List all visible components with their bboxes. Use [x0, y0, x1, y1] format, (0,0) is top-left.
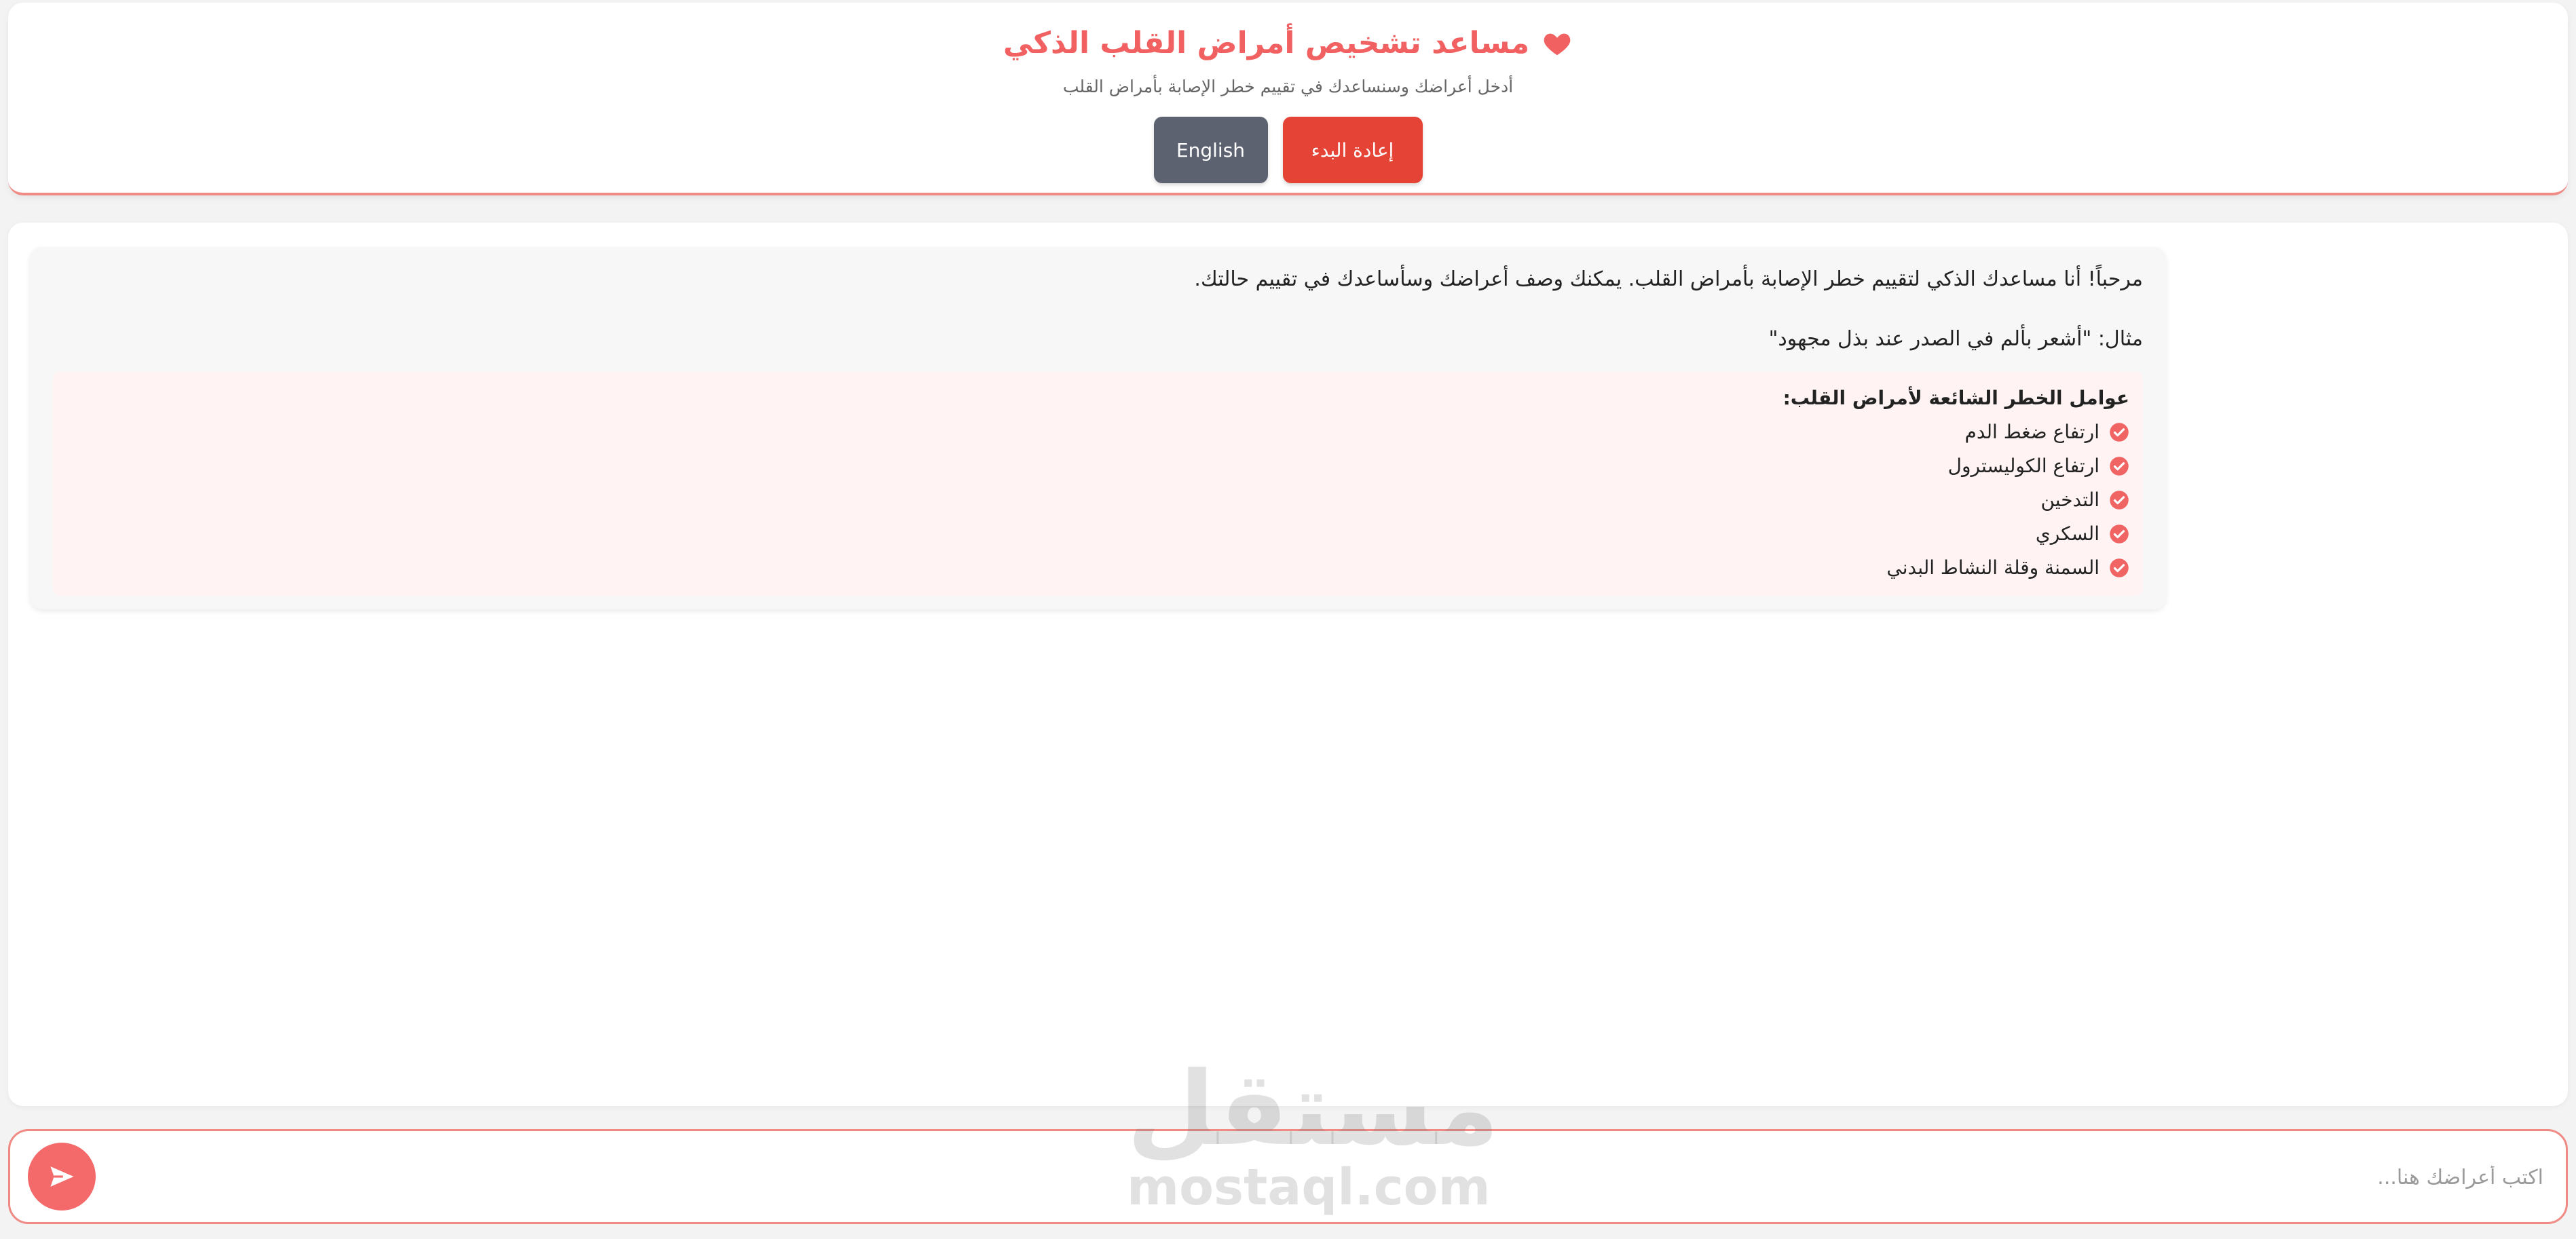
header-actions: إعادة البدء English: [8, 117, 2568, 183]
chat-area[interactable]: مرحباً! أنا مساعدك الذكي لتقييم خطر الإص…: [8, 223, 2568, 1106]
check-circle-icon: [2110, 525, 2129, 544]
page-title: مساعد تشخيص أمراض القلب الذكي: [1003, 26, 1530, 60]
risk-factors-title: عوامل الخطر الشائعة لأمراض القلب:: [1782, 387, 2129, 409]
restart-button[interactable]: إعادة البدء: [1282, 117, 1423, 183]
risk-factors-box: عوامل الخطر الشائعة لأمراض القلب: ارتفاع…: [53, 372, 2143, 596]
risk-factor-label: التدخين: [2040, 489, 2099, 511]
send-icon: [50, 1166, 74, 1187]
list-item: السمنة وقلة النشاط البدني: [67, 551, 2129, 585]
page-subtitle: أدخل أعراضك وسنساعدك في تقييم خطر الإصاب…: [1062, 77, 1514, 96]
title-row: مساعد تشخيص أمراض القلب الذكي: [8, 19, 2568, 68]
risk-factors-list: ارتفاع ضغط الدم ارتفاع الكوليسترول التدخ…: [67, 415, 2129, 585]
language-toggle-button[interactable]: English: [1153, 117, 1268, 183]
risk-factor-label: السكري: [2035, 522, 2099, 545]
list-item: التدخين: [67, 483, 2129, 517]
list-item: السكري: [67, 517, 2129, 551]
risk-factor-label: ارتفاع ضغط الدم: [1964, 421, 2099, 443]
app-header: مساعد تشخيص أمراض القلب الذكي أدخل أعراض…: [8, 3, 2568, 195]
risk-factor-label: السمنة وقلة النشاط البدني: [1886, 556, 2099, 579]
heart-icon: [1544, 33, 1571, 56]
check-circle-icon: [2110, 491, 2129, 510]
message-input-bar: [8, 1129, 2568, 1224]
check-circle-icon: [2110, 423, 2129, 442]
welcome-message: مرحباً! أنا مساعدك الذكي لتقييم خطر الإص…: [1194, 267, 2143, 291]
list-item: ارتفاع الكوليسترول: [67, 449, 2129, 483]
check-circle-icon: [2110, 457, 2129, 476]
risk-factor-label: ارتفاع الكوليسترول: [1947, 455, 2099, 477]
bot-message-bubble: مرحباً! أنا مساعدك الذكي لتقييم خطر الإص…: [30, 247, 2166, 609]
send-button[interactable]: [28, 1143, 96, 1211]
example-message: مثال: "أشعر بألم في الصدر عند بذل مجهود": [1768, 327, 2143, 351]
symptoms-input[interactable]: [126, 1151, 2545, 1203]
check-circle-icon: [2110, 558, 2129, 577]
list-item: ارتفاع ضغط الدم: [67, 415, 2129, 449]
